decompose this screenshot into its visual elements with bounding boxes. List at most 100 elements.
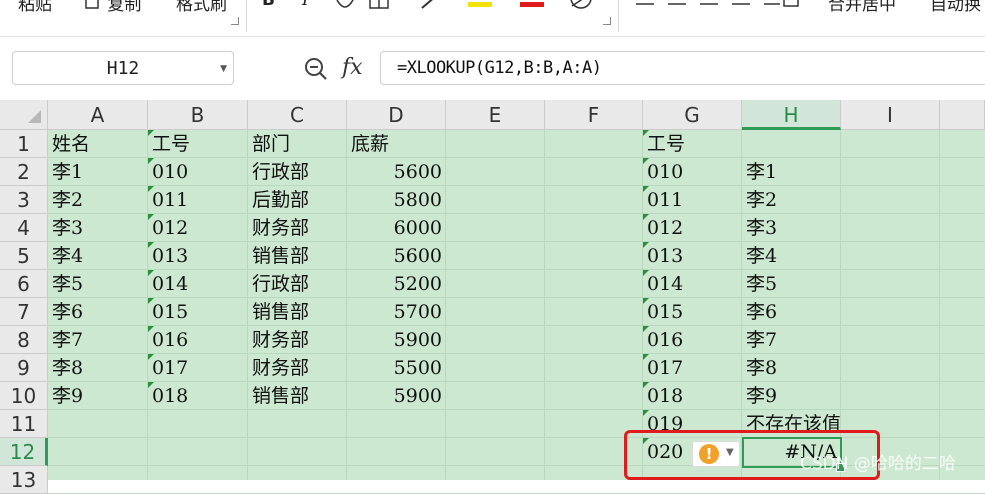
function-fx-icon[interactable]: fx — [342, 55, 363, 80]
row-header-7[interactable]: 7 — [0, 298, 48, 326]
table-cell[interactable]: 李2 — [48, 186, 148, 214]
align-icons[interactable] — [636, 0, 756, 10]
italic-button[interactable]: I — [302, 0, 309, 10]
table-cell[interactable]: 行政部 — [248, 270, 347, 298]
zoom-search-icon[interactable] — [303, 56, 329, 82]
column-header-b[interactable]: B — [148, 100, 248, 130]
table-cell[interactable]: 018 — [148, 382, 248, 410]
table-cell[interactable]: 行政部 — [248, 158, 347, 186]
column-header-h[interactable]: H — [742, 100, 841, 130]
lookup-result-cell[interactable]: 李2 — [742, 186, 841, 214]
table-cell[interactable]: 李7 — [48, 326, 148, 354]
row-header-13[interactable]: 13 — [0, 466, 48, 494]
lookup-result-cell[interactable]: 李9 — [742, 382, 841, 410]
lookup-result-cell[interactable]: 李7 — [742, 326, 841, 354]
table-cell[interactable]: 5600 — [347, 242, 446, 270]
column-header-e[interactable]: E — [446, 100, 545, 130]
lookup-key-cell[interactable]: 010 — [643, 158, 742, 186]
row-header-10[interactable]: 10 — [0, 382, 48, 410]
column-header-c[interactable]: C — [248, 100, 347, 130]
column-header-i[interactable]: I — [841, 100, 940, 130]
lookup-key-cell[interactable]: 016 — [643, 326, 742, 354]
row-header-11[interactable]: 11 — [0, 410, 48, 438]
table-header-cell[interactable]: 工号 — [148, 130, 248, 158]
lookup-key-cell[interactable]: 014 — [643, 270, 742, 298]
lookup-key-cell[interactable]: 017 — [643, 354, 742, 382]
table-cell[interactable]: 李4 — [48, 242, 148, 270]
row-header-2[interactable]: 2 — [0, 158, 48, 186]
indent-icon[interactable] — [764, 0, 804, 10]
lookup-result-cell[interactable]: 李4 — [742, 242, 841, 270]
table-cell[interactable]: 012 — [148, 214, 248, 242]
row-header-5[interactable]: 5 — [0, 242, 48, 270]
table-cell[interactable]: 销售部 — [248, 298, 347, 326]
table-cell[interactable]: 013 — [148, 242, 248, 270]
table-cell[interactable]: 销售部 — [248, 242, 347, 270]
clipboard-group-launcher[interactable] — [231, 17, 239, 25]
name-box[interactable]: H12 ▼ — [12, 51, 234, 85]
table-cell[interactable]: 5600 — [347, 158, 446, 186]
wrap-text-button[interactable]: 自动换 — [930, 0, 981, 15]
table-cell[interactable]: 销售部 — [248, 382, 347, 410]
row-header-9[interactable]: 9 — [0, 354, 48, 382]
table-cell[interactable]: 016 — [148, 326, 248, 354]
copy-button[interactable]: 复制 — [84, 0, 141, 15]
table-cell[interactable]: 5800 — [347, 186, 446, 214]
table-header-cell[interactable]: 姓名 — [48, 130, 148, 158]
lookup-key-cell[interactable]: 013 — [643, 242, 742, 270]
table-cell[interactable]: 李5 — [48, 270, 148, 298]
row-header-1[interactable]: 1 — [0, 130, 48, 158]
table-cell[interactable]: 5500 — [347, 354, 446, 382]
underline-icon[interactable] — [334, 0, 356, 10]
column-header-a[interactable]: A — [48, 100, 148, 130]
table-cell[interactable]: 5200 — [347, 270, 446, 298]
lookup-result-cell[interactable]: 李1 — [742, 158, 841, 186]
lookup-key-cell[interactable]: 015 — [643, 298, 742, 326]
row-header-3[interactable]: 3 — [0, 186, 48, 214]
column-header-d[interactable]: D — [347, 100, 446, 130]
table-cell[interactable]: 财务部 — [248, 354, 347, 382]
lookup-key-cell[interactable]: 018 — [643, 382, 742, 410]
table-cell[interactable]: 财务部 — [248, 326, 347, 354]
fill-color-icon[interactable] — [418, 0, 444, 10]
paste-button[interactable]: 粘贴 — [18, 0, 52, 15]
chevron-down-icon[interactable]: ▼ — [220, 64, 227, 74]
merge-center-button[interactable]: 合并居中 — [828, 0, 896, 15]
table-cell[interactable]: 6000 — [347, 214, 446, 242]
table-cell[interactable]: 015 — [148, 298, 248, 326]
table-cell[interactable]: 014 — [148, 270, 248, 298]
spreadsheet-grid[interactable]: ABCDEFGHI 1 2 3 4 5 6 7 8 9 10 11 12 13 姓名 工号 部门 底薪 李1 01… — [0, 100, 985, 494]
row-header-4[interactable]: 4 — [0, 214, 48, 242]
table-cell[interactable]: 李8 — [48, 354, 148, 382]
table-cell[interactable]: 李3 — [48, 214, 148, 242]
row-header-8[interactable]: 8 — [0, 326, 48, 354]
clear-format-icon[interactable] — [568, 0, 594, 12]
lookup-result-cell[interactable]: 李6 — [742, 298, 841, 326]
row-header-6[interactable]: 6 — [0, 270, 48, 298]
table-cell[interactable]: 李9 — [48, 382, 148, 410]
table-header-cell[interactable]: 部门 — [248, 130, 347, 158]
table-header-cell[interactable]: 底薪 — [347, 130, 446, 158]
border-icon[interactable] — [368, 0, 390, 10]
format-painter-button[interactable]: 格式刷 — [176, 0, 227, 15]
table-cell[interactable]: 010 — [148, 158, 248, 186]
lookup-result-cell[interactable]: 李3 — [742, 214, 841, 242]
table-cell[interactable]: 5700 — [347, 298, 446, 326]
lookup-header-cell[interactable]: 工号 — [643, 130, 742, 158]
table-cell[interactable]: 017 — [148, 354, 248, 382]
lookup-key-cell[interactable]: 012 — [643, 214, 742, 242]
table-cell[interactable]: 后勤部 — [248, 186, 347, 214]
formula-input[interactable]: =XLOOKUP(G12,B:B,A:A) — [380, 51, 985, 85]
lookup-key-cell[interactable]: 011 — [643, 186, 742, 214]
bold-button[interactable]: B — [262, 0, 275, 10]
lookup-result-cell[interactable]: 李5 — [742, 270, 841, 298]
font-group-launcher[interactable] — [603, 17, 611, 25]
table-cell[interactable]: 011 — [148, 186, 248, 214]
row-header-12[interactable]: 12 — [0, 438, 48, 466]
table-cell[interactable]: 5900 — [347, 326, 446, 354]
table-cell[interactable]: 李1 — [48, 158, 148, 186]
column-header-f[interactable]: F — [545, 100, 643, 130]
table-cell[interactable]: 财务部 — [248, 214, 347, 242]
table-cell[interactable]: 李6 — [48, 298, 148, 326]
table-cell[interactable]: 5900 — [347, 382, 446, 410]
